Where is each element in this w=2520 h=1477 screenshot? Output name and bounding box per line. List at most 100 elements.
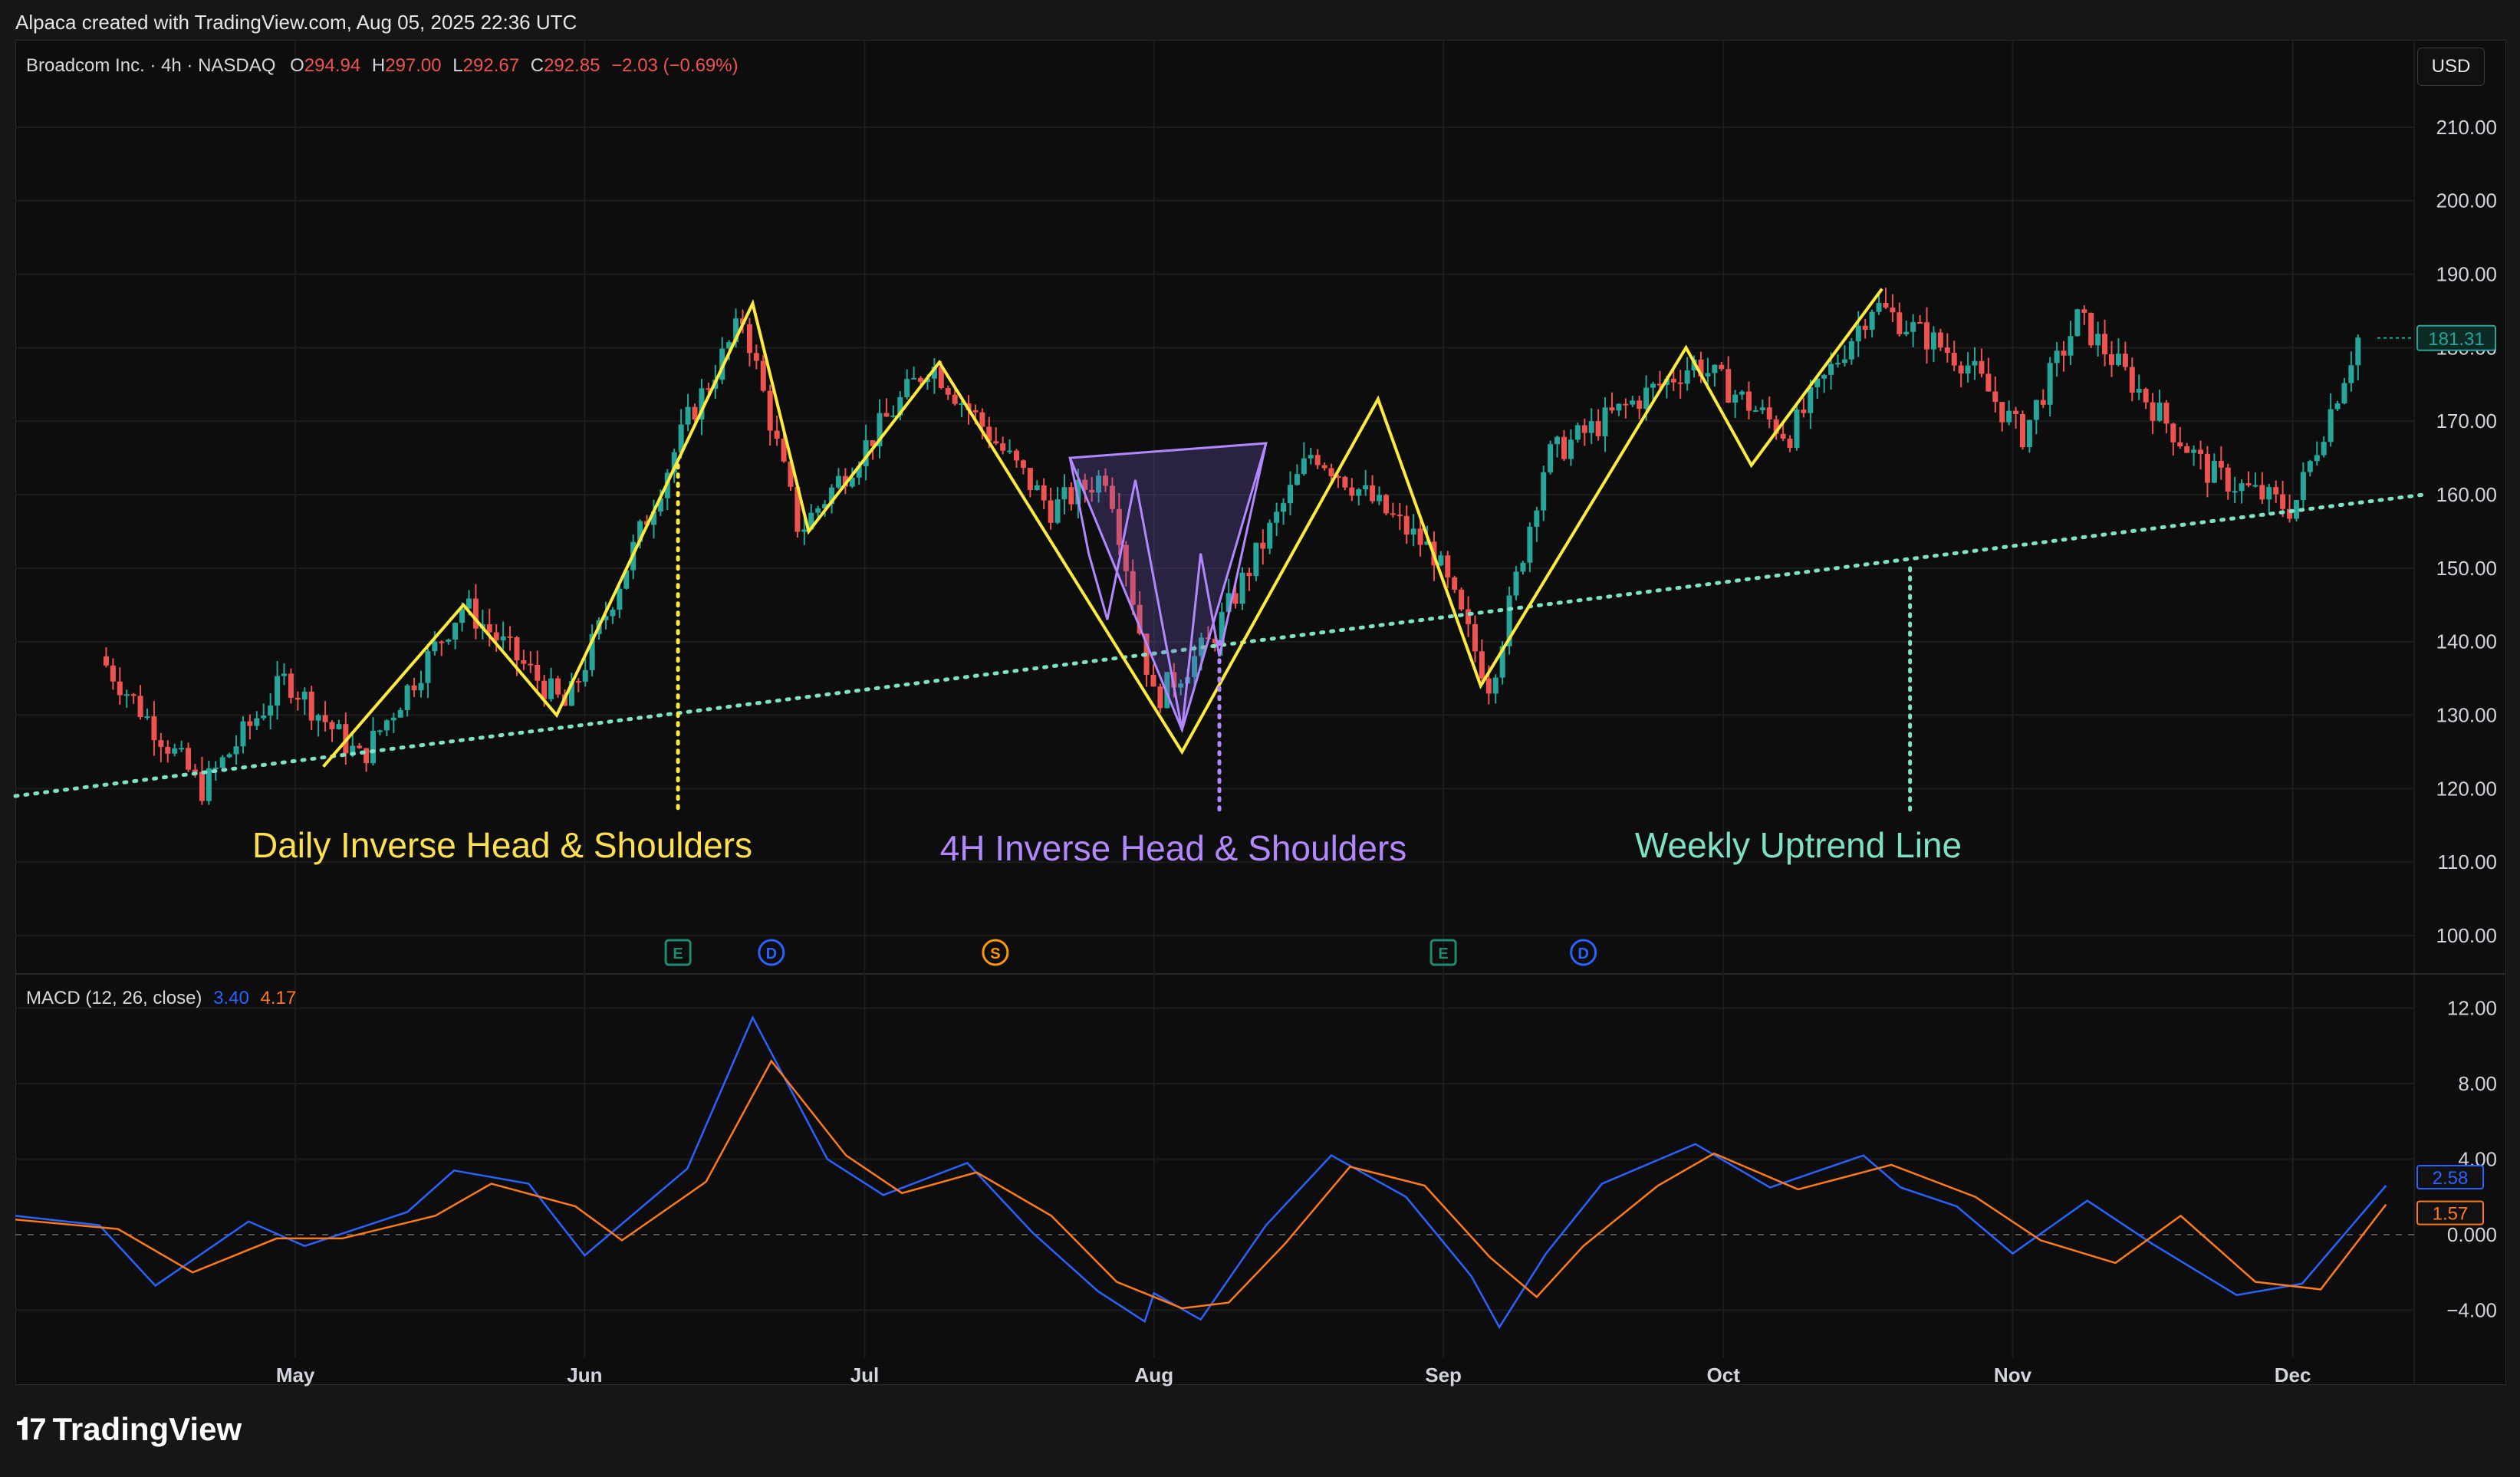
candle-body xyxy=(439,641,445,643)
candle-body xyxy=(685,406,691,425)
candle-body xyxy=(1985,373,1992,392)
candle-body xyxy=(2026,419,2032,448)
candle-body xyxy=(1903,331,1910,334)
candle-body xyxy=(1917,322,1923,324)
candle-body xyxy=(397,709,403,718)
time-tick-label: Nov xyxy=(1994,1364,2032,1387)
close-value: 292.85 xyxy=(544,55,600,76)
candle-body xyxy=(1643,387,1650,410)
candle-body xyxy=(2033,400,2039,420)
candle-body xyxy=(1965,365,1971,373)
candle-body xyxy=(1314,455,1321,465)
candle-body xyxy=(1321,465,1327,469)
candle-body xyxy=(254,718,260,726)
candle-body xyxy=(172,748,178,754)
candle-body xyxy=(1520,562,1526,572)
candle-body xyxy=(1650,383,1656,388)
candle-body xyxy=(1281,503,1287,512)
candle-body xyxy=(582,669,588,682)
open-label: O xyxy=(290,55,304,76)
tradingview-logo[interactable]: 𝟏7 TradingView xyxy=(15,1411,242,1448)
candle-body xyxy=(617,588,623,610)
candle-body xyxy=(1403,515,1410,535)
signal-value: 4.17 xyxy=(260,988,297,1008)
symbol-label[interactable]: Broadcom Inc. · 4h · NASDAQ xyxy=(26,55,275,76)
candle-body xyxy=(2019,413,2025,448)
candle-body xyxy=(1534,510,1540,527)
candle-body xyxy=(2061,350,2067,356)
candle-body xyxy=(1492,677,1499,694)
candle-body xyxy=(1342,476,1348,488)
candle-body xyxy=(2334,403,2341,410)
candle-body xyxy=(1581,425,1587,433)
candle-body xyxy=(1397,515,1403,517)
candle-body xyxy=(1780,433,1786,439)
candle-body xyxy=(411,685,417,691)
candle-body xyxy=(1041,485,1047,501)
macd-label[interactable]: MACD (12, 26, close) xyxy=(26,988,202,1008)
candle-body xyxy=(1609,407,1615,411)
tradingview-wordmark: TradingView xyxy=(52,1411,242,1447)
candle-body xyxy=(774,430,780,439)
candle-body xyxy=(2191,449,2197,453)
candle-body xyxy=(1048,500,1054,523)
candle-body xyxy=(1356,489,1362,496)
candle-body xyxy=(1308,455,1314,459)
candle-body xyxy=(1637,400,1643,410)
candle-body xyxy=(1568,439,1574,459)
candle-body xyxy=(1787,438,1793,448)
candle-body xyxy=(2211,461,2217,483)
candle-body xyxy=(2321,442,2327,456)
candle-body xyxy=(1944,347,1950,354)
candle-body xyxy=(1745,391,1752,411)
candle-body xyxy=(1712,364,1718,373)
candle-body xyxy=(1349,487,1355,496)
candle-body xyxy=(1513,571,1519,596)
candle-body xyxy=(904,379,910,397)
chart-canvas[interactable]: 100.00 110.00 120.00 130.00 140.00 150.00 160.… xyxy=(0,0,2520,1477)
candle-body xyxy=(1732,394,1739,403)
candle-body xyxy=(390,717,396,721)
candle-body xyxy=(1828,363,1834,375)
candle-body xyxy=(2040,400,2046,405)
candle-body xyxy=(336,724,342,729)
candle-body xyxy=(383,720,390,731)
candle-body xyxy=(1417,528,1423,545)
candle-body xyxy=(1890,308,1896,313)
candle-body xyxy=(1862,325,1868,331)
candle-body xyxy=(883,413,890,417)
candle-body xyxy=(1466,609,1472,624)
candle-body xyxy=(1835,363,1841,365)
currency-button[interactable]: USD xyxy=(2417,48,2485,86)
candle-body xyxy=(2047,363,2053,405)
price-tick-label: 100.00 xyxy=(2436,924,2497,947)
candle-body xyxy=(1897,312,1903,334)
event-marker-letter: D xyxy=(766,946,777,962)
candle-body xyxy=(1267,522,1273,549)
candle-body xyxy=(2170,423,2176,442)
candle-body xyxy=(2150,402,2156,421)
macd-last-label: 2.58 xyxy=(2433,1168,2469,1189)
candle-body xyxy=(233,746,239,755)
price-tick-label: 130.00 xyxy=(2436,704,2497,727)
low-value: 292.67 xyxy=(462,55,520,76)
candle-body xyxy=(1548,444,1554,472)
candle-body xyxy=(979,412,985,427)
candle-body xyxy=(2129,367,2135,393)
candle-body xyxy=(268,706,274,716)
candle-body xyxy=(1992,391,1999,403)
candle-body xyxy=(1705,373,1711,377)
candle-body xyxy=(1759,407,1765,410)
candle-body xyxy=(2054,350,2060,363)
candle-body xyxy=(2273,487,2279,495)
candle-body xyxy=(452,623,459,640)
candle-body xyxy=(186,748,192,770)
candle-body xyxy=(1027,468,1033,491)
candle-body xyxy=(815,508,821,513)
candle-body xyxy=(1485,678,1492,694)
candle-body xyxy=(1616,403,1622,411)
annotation-weekly: Weekly Uptrend Line xyxy=(1635,825,1962,865)
tradingview-mark-icon: 𝟏7 xyxy=(15,1412,46,1446)
macd-legend: MACD (12, 26, close) 3.40 4.17 xyxy=(26,988,296,1009)
candle-body xyxy=(1855,325,1861,342)
